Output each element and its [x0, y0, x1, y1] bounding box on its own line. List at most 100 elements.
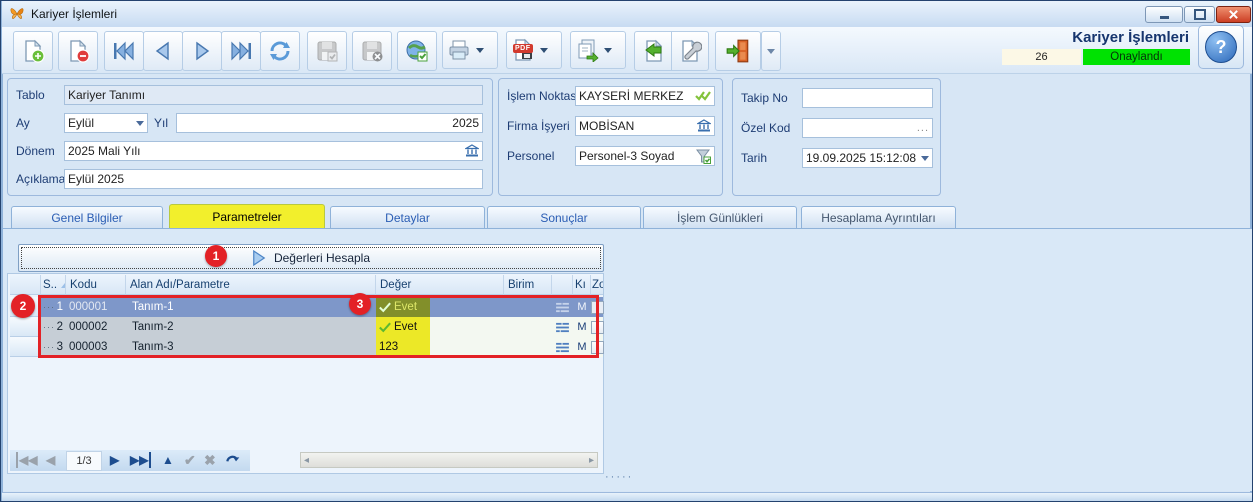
- row-indicator[interactable]: [10, 317, 41, 337]
- help-button[interactable]: ?: [1198, 25, 1244, 69]
- minimize-icon: [1160, 16, 1169, 19]
- grid-header-kilit[interactable]: Kı: [573, 275, 591, 295]
- ozel-kod-label: Özel Kod: [741, 118, 790, 138]
- header-label: Birim: [508, 279, 534, 291]
- tablo-field[interactable]: Kariyer Tanımı: [64, 85, 483, 105]
- personel-field[interactable]: Personel-3 Soyad: [575, 146, 715, 166]
- yil-field[interactable]: 2025: [176, 113, 483, 133]
- firma-lookup-bank-icon[interactable]: [697, 119, 711, 133]
- scroll-left-icon[interactable]: ◂: [304, 455, 309, 466]
- grid-header-deger[interactable]: Değer: [376, 275, 504, 295]
- print-dropdown-icon[interactable]: [476, 48, 484, 53]
- save-close-button[interactable]: [352, 31, 392, 71]
- refresh-button[interactable]: [260, 31, 300, 71]
- nav-previous-button[interactable]: ◀: [46, 452, 55, 468]
- print-button[interactable]: [442, 31, 498, 69]
- web-approve-button[interactable]: [397, 31, 437, 71]
- grid-header-sira[interactable]: S..: [41, 275, 66, 295]
- window-title: Kariyer İşlemleri: [31, 7, 117, 21]
- grid-header-icon-col: [552, 275, 573, 295]
- minimize-button[interactable]: [1145, 6, 1183, 23]
- pdf-export-button[interactable]: PDF: [506, 31, 562, 69]
- scroll-right-icon[interactable]: ▸: [589, 455, 594, 466]
- row-indicator[interactable]: [10, 337, 41, 357]
- donem-value: 2025 Mali Yılı: [68, 142, 141, 160]
- personel-value: Personel-3 Soyad: [579, 147, 674, 165]
- nav-last-button[interactable]: ▶▶: [130, 452, 151, 468]
- tab-parametreler[interactable]: Parametreler: [169, 204, 325, 228]
- previous-record-button[interactable]: [143, 31, 183, 71]
- ay-combobox[interactable]: Eylül: [64, 113, 148, 133]
- grid-header-alan[interactable]: Alan Adı/Parametre: [126, 275, 376, 295]
- first-record-icon: [112, 39, 136, 63]
- aciklama-field[interactable]: Eylül 2025: [64, 169, 483, 189]
- ozel-kod-field[interactable]: ...: [802, 118, 933, 138]
- tarih-dropdown-icon[interactable]: [921, 156, 929, 161]
- nav-post-button[interactable]: ✔: [184, 452, 196, 468]
- tracking-form-panel: Takip No Özel Kod ... Tarih 19.09.2025 1…: [732, 78, 941, 196]
- tab-detaylar[interactable]: Detaylar: [330, 206, 485, 228]
- tab-genel-bilgiler[interactable]: Genel Bilgiler: [11, 206, 163, 228]
- maximize-button[interactable]: [1184, 6, 1215, 23]
- tab-label: Detaylar: [385, 211, 430, 225]
- tarih-label: Tarih: [741, 148, 767, 168]
- tab-label: Parametreler: [212, 210, 281, 224]
- delete-record-button[interactable]: [58, 31, 98, 71]
- donem-lookup-bank-icon[interactable]: [465, 144, 479, 158]
- close-button[interactable]: [1216, 6, 1251, 23]
- grid-header-indicator: [10, 275, 41, 295]
- header-label: Kı: [575, 279, 586, 291]
- nav-next-button[interactable]: ▶: [110, 452, 119, 468]
- takip-no-field[interactable]: [802, 88, 933, 108]
- firma-isyeri-field[interactable]: MOBİSAN: [575, 116, 715, 136]
- maintenance-button[interactable]: [671, 31, 709, 71]
- location-form-panel: İşlem Noktası KAYSERİ MERKEZ Firma İşyer…: [498, 78, 723, 196]
- horizontal-scrollbar[interactable]: ◂ ▸: [300, 452, 598, 468]
- tab-hesaplama-ayrintilari[interactable]: Hesaplama Ayrıntıları: [801, 206, 956, 228]
- header-label: Değer: [380, 279, 411, 291]
- nav-first-button[interactable]: ◀◀: [16, 452, 37, 468]
- exit-dropdown-button[interactable]: [761, 31, 781, 71]
- tablo-label: Tablo: [16, 85, 45, 105]
- next-record-button[interactable]: [182, 31, 222, 71]
- grid-header-kodu[interactable]: Kodu: [66, 275, 126, 295]
- grid-header-birim[interactable]: Birim: [504, 275, 552, 295]
- islem-noktasi-field[interactable]: KAYSERİ MERKEZ: [575, 86, 715, 106]
- document-back-arrow-icon: [642, 39, 666, 63]
- calculate-values-button[interactable]: Değerleri Hesapla: [18, 244, 604, 272]
- record-title: Kariyer İşlemleri: [1072, 29, 1189, 46]
- header-label: Zor: [592, 279, 603, 291]
- nav-pager: 1/3: [66, 451, 102, 471]
- personel-label: Personel: [507, 146, 554, 166]
- last-record-button[interactable]: [221, 31, 261, 71]
- nav-refresh-button[interactable]: [224, 452, 240, 468]
- close-icon: [1228, 9, 1239, 20]
- donem-field[interactable]: 2025 Mali Yılı: [64, 141, 483, 161]
- tab-islem-gunlukleri[interactable]: İşlem Günlükleri: [643, 206, 797, 228]
- tarih-field[interactable]: 19.09.2025 15:12:08: [802, 148, 933, 168]
- save-button[interactable]: [307, 31, 347, 71]
- copy-record-button[interactable]: [570, 31, 626, 69]
- title-bar: Kariyer İşlemleri: [2, 1, 1253, 28]
- personel-filter-icon[interactable]: [696, 149, 711, 164]
- exit-button[interactable]: [715, 31, 761, 71]
- ozel-kod-ellipsis-button[interactable]: ...: [917, 119, 929, 137]
- tab-label: Hesaplama Ayrıntıları: [821, 211, 936, 225]
- ay-dropdown-icon[interactable]: [136, 121, 144, 126]
- tab-sonuclar[interactable]: Sonuçlar: [487, 206, 641, 228]
- new-record-button[interactable]: [13, 31, 53, 71]
- nav-collapse-button[interactable]: ▲: [162, 452, 174, 468]
- pdf-dropdown-icon[interactable]: [540, 48, 548, 53]
- splitter-handle[interactable]: ·····: [605, 472, 633, 482]
- first-record-button[interactable]: [104, 31, 144, 71]
- help-icon: ?: [1205, 31, 1237, 63]
- double-check-icon[interactable]: [695, 90, 711, 102]
- bottom-status-strip: [2, 492, 1253, 502]
- firma-isyeri-value: MOBİSAN: [579, 117, 634, 135]
- yil-label: Yıl: [154, 113, 168, 133]
- grid-header-zorunlu[interactable]: Zor: [591, 275, 603, 295]
- nav-cancel-button[interactable]: ✖: [204, 452, 216, 468]
- copy-dropdown-icon[interactable]: [604, 48, 612, 53]
- tab-label: İşlem Günlükleri: [677, 211, 763, 225]
- revert-import-button[interactable]: [634, 31, 672, 71]
